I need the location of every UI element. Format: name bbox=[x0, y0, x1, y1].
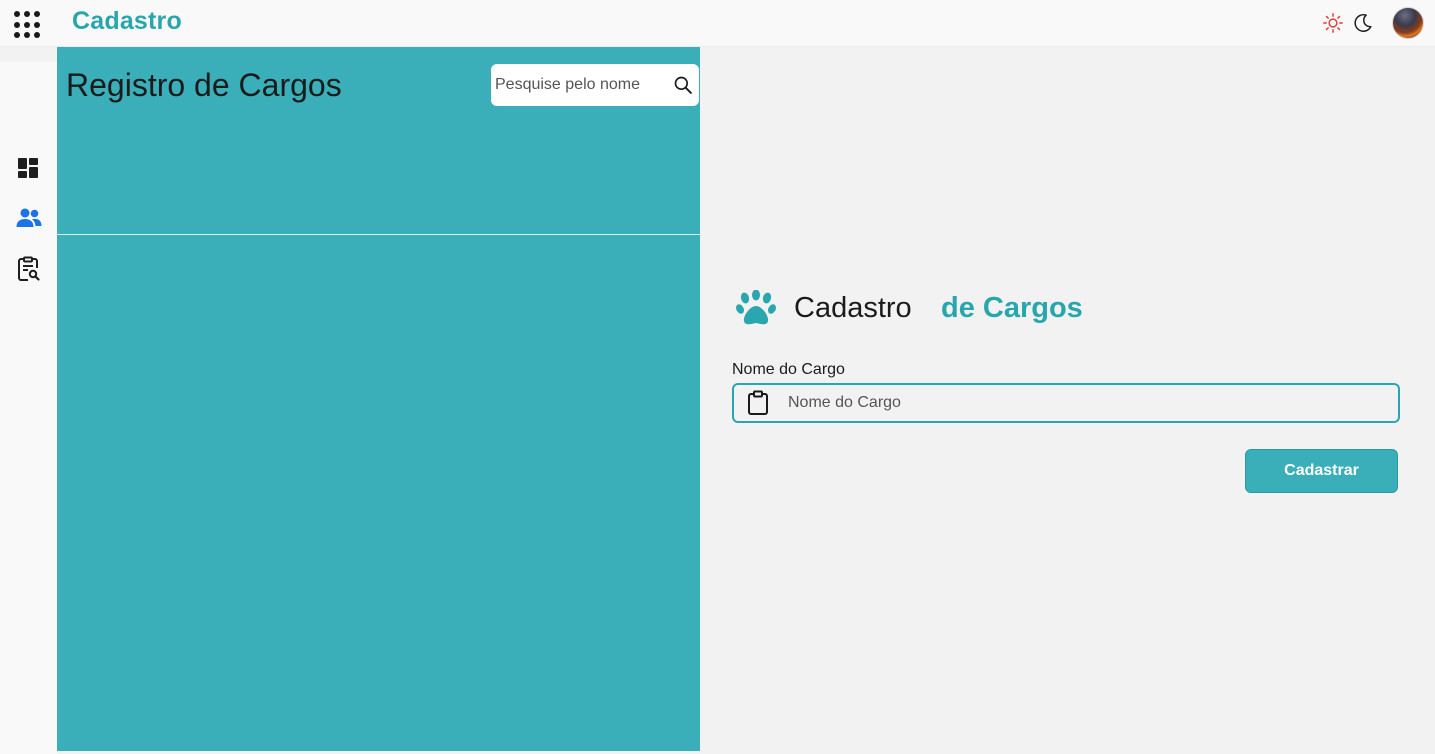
cargo-name-input[interactable] bbox=[788, 385, 1388, 421]
sun-icon[interactable] bbox=[1322, 12, 1344, 34]
registry-search bbox=[491, 64, 699, 106]
form-heading-text: Cadastro bbox=[794, 292, 912, 324]
search-input[interactable] bbox=[495, 64, 665, 106]
avatar[interactable] bbox=[1392, 7, 1424, 39]
paw-icon bbox=[736, 289, 776, 328]
form-heading-accent: de Cargos bbox=[941, 292, 1083, 324]
registry-panel: Registro de Cargos bbox=[57, 47, 700, 751]
users-icon[interactable] bbox=[16, 206, 42, 232]
app-title: Cadastro bbox=[72, 7, 182, 35]
registry-divider bbox=[57, 234, 700, 235]
dashboard-icon[interactable] bbox=[16, 156, 42, 182]
cadastrar-button[interactable]: Cadastrar bbox=[1245, 449, 1398, 493]
top-bar: Cadastro bbox=[0, 0, 1435, 47]
search-icon[interactable] bbox=[673, 75, 693, 95]
field-label: Nome do Cargo bbox=[732, 361, 845, 378]
registry-title: Registro de Cargos bbox=[66, 67, 342, 103]
cargo-name-field bbox=[732, 383, 1400, 423]
clipboard-search-icon[interactable] bbox=[16, 256, 42, 282]
apps-grid-icon[interactable] bbox=[14, 11, 42, 39]
moon-icon[interactable] bbox=[1352, 12, 1374, 34]
clipboard-icon bbox=[746, 390, 770, 416]
sidebar bbox=[0, 62, 57, 754]
